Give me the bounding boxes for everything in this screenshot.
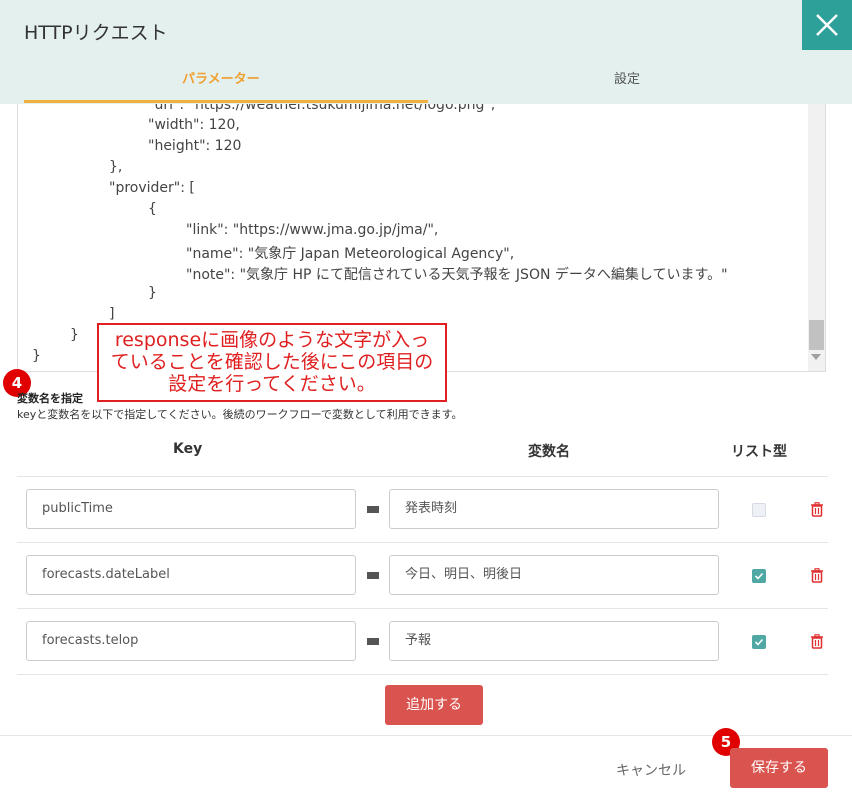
column-header-list-type: リスト型 <box>731 444 787 460</box>
key-input[interactable]: forecasts.telop <box>26 621 356 661</box>
checkmark-icon <box>754 638 764 646</box>
instruction-callout: responseに画像のような文字が入っ ていることを確認した後にこの項目の 設… <box>97 323 447 402</box>
list-type-checkbox[interactable] <box>752 503 766 517</box>
section-description: keyと変数名を以下で指定してください。後続のワークフローで変数として利用できま… <box>17 408 463 421</box>
cancel-button[interactable]: キャンセル <box>616 760 686 780</box>
variable-name-input[interactable]: 今日、明日、明後日 <box>389 555 719 595</box>
callout-line: 設定を行ってください。 <box>168 373 376 395</box>
variable-name-input[interactable]: 予報 <box>389 621 719 661</box>
code-line: ] <box>109 306 115 322</box>
checkmark-icon <box>754 572 764 580</box>
column-header-key: Key <box>173 441 203 457</box>
code-line: "height": 120 <box>148 138 242 154</box>
dialog-header: HTTPリクエスト パラメーター 設定 <box>0 0 852 104</box>
active-tab-indicator <box>24 100 428 103</box>
tab-parameters[interactable]: パラメーター <box>182 68 260 87</box>
equals-icon <box>367 506 379 513</box>
row-divider <box>17 476 828 477</box>
column-header-variable: 変数名 <box>528 444 570 460</box>
code-line: } <box>70 327 79 343</box>
code-line: "link": "https://www.jma.go.jp/jma/", <box>186 222 439 238</box>
code-line: "name": "気象庁 Japan Meteorological Agency… <box>186 246 515 262</box>
scrollbar-thumb[interactable] <box>809 320 824 350</box>
code-line: "note": "気象庁 HP にて配信されている天気予報を JSON データへ… <box>186 267 728 283</box>
code-line: "url": "https://weather.tsukumijima.net/… <box>148 104 496 113</box>
row-divider <box>17 542 828 543</box>
save-button[interactable]: 保存する <box>730 748 828 788</box>
code-line: { <box>148 201 157 217</box>
equals-icon <box>367 572 379 579</box>
dialog-title: HTTPリクエスト <box>24 22 168 44</box>
callout-line: responseに画像のような文字が入っ <box>114 329 430 351</box>
equals-icon <box>367 638 379 645</box>
key-input[interactable]: publicTime <box>26 489 356 529</box>
code-line: "provider": [ <box>109 180 195 196</box>
trash-icon[interactable] <box>810 502 824 517</box>
scrollbar[interactable] <box>808 104 825 371</box>
code-line: }, <box>109 159 123 175</box>
close-button[interactable] <box>802 0 852 50</box>
close-icon <box>816 14 838 36</box>
trash-icon[interactable] <box>810 634 824 649</box>
tab-settings[interactable]: 設定 <box>614 68 640 87</box>
list-type-checkbox[interactable] <box>752 635 766 649</box>
callout-line: ていることを確認した後にこの項目の <box>110 351 434 373</box>
row-divider <box>17 608 828 609</box>
row-divider <box>17 674 828 675</box>
section-title: 変数名を指定 <box>17 392 83 405</box>
key-input[interactable]: forecasts.dateLabel <box>26 555 356 595</box>
add-variable-button[interactable]: 追加する <box>385 685 483 725</box>
code-line: "width": 120, <box>148 117 240 133</box>
trash-icon[interactable] <box>810 568 824 583</box>
code-line: } <box>32 348 41 364</box>
scroll-down-arrow-icon[interactable] <box>811 354 821 360</box>
code-line: } <box>148 285 157 301</box>
variable-name-input[interactable]: 発表時刻 <box>389 489 719 529</box>
list-type-checkbox[interactable] <box>752 569 766 583</box>
